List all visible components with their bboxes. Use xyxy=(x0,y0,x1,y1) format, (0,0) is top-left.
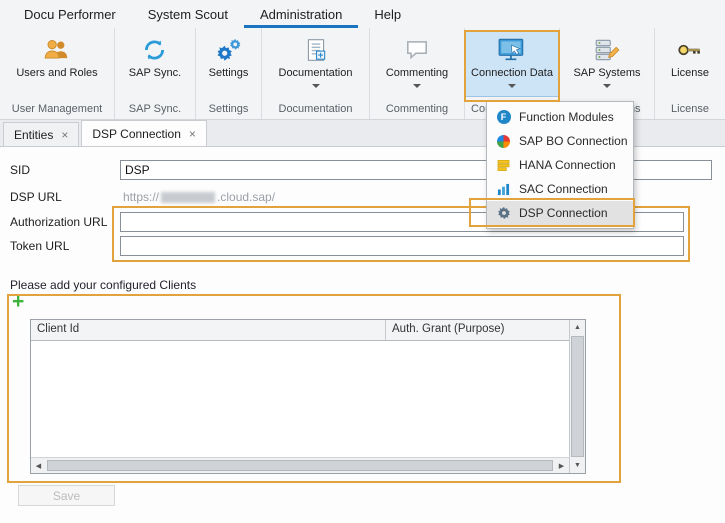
menu-item-label: HANA Connection xyxy=(519,158,616,172)
commenting-button[interactable]: Commenting xyxy=(380,31,454,97)
function-modules-icon: F xyxy=(496,110,511,125)
menu-item-label: Function Modules xyxy=(519,110,614,124)
ribbon-group-settings: Settings Settings xyxy=(196,28,262,119)
app-window: Docu Performer System Scout Administrati… xyxy=(0,0,725,523)
users-and-roles-button[interactable]: Users and Roles xyxy=(10,31,103,97)
ribbon-group-documentation: Documentation Documentation xyxy=(262,28,370,119)
connection-data-button[interactable]: Connection Data xyxy=(465,31,559,97)
sync-icon xyxy=(141,35,168,65)
menu-item-administration[interactable]: Administration xyxy=(244,0,358,28)
dsp-url-value: https:// .cloud.sap/ xyxy=(123,190,275,204)
menu-item-label: DSP Connection xyxy=(519,206,608,220)
clients-section-title: Please add your configured Clients xyxy=(10,278,196,292)
connection-data-icon xyxy=(497,35,527,65)
menu-item-system-scout[interactable]: System Scout xyxy=(132,0,244,28)
menu-item-label: SAP BO Connection xyxy=(519,134,628,148)
horizontal-scrollbar[interactable]: ◀ ▶ xyxy=(31,457,569,473)
add-client-button[interactable]: + xyxy=(12,291,34,313)
url-suffix: .cloud.sap/ xyxy=(217,190,275,204)
menu-item-sac-connection[interactable]: SAC Connection xyxy=(487,177,633,201)
authorization-url-label: Authorization URL xyxy=(10,215,107,229)
users-icon xyxy=(43,35,71,65)
sac-chart-icon xyxy=(496,182,511,197)
license-key-icon xyxy=(676,35,704,65)
hana-icon xyxy=(496,158,511,173)
clients-table-body[interactable] xyxy=(31,341,569,457)
ribbon-group-license: License License xyxy=(655,28,725,119)
ribbon-button-label: Users and Roles xyxy=(16,67,97,81)
tab-dsp-connection[interactable]: DSP Connection × xyxy=(81,120,207,146)
documentation-button[interactable]: Documentation xyxy=(273,31,359,97)
save-button[interactable]: Save xyxy=(18,485,115,506)
license-button[interactable]: License xyxy=(665,31,715,97)
chevron-down-icon xyxy=(312,84,320,88)
tab-label: DSP Connection xyxy=(92,127,181,141)
column-header-client-id[interactable]: Client Id xyxy=(31,320,386,340)
dsp-gear-icon xyxy=(496,206,511,221)
settings-button[interactable]: Settings xyxy=(203,31,255,97)
menu-item-help[interactable]: Help xyxy=(358,0,417,28)
ribbon-button-label: Settings xyxy=(209,67,249,81)
ribbon-group-commenting: Commenting Commenting xyxy=(370,28,465,119)
ribbon-group-label: User Management xyxy=(0,102,114,119)
sap-systems-button[interactable]: SAP Systems xyxy=(567,31,646,97)
menu-item-hana-connection[interactable]: HANA Connection xyxy=(487,153,633,177)
chevron-down-icon xyxy=(603,84,611,88)
redacted-text xyxy=(161,192,215,203)
ribbon-button-label: SAP Sync. xyxy=(129,67,181,81)
tab-entities[interactable]: Entities × xyxy=(3,122,79,146)
ribbon-button-label: Documentation xyxy=(279,67,353,81)
menu-item-dsp-connection[interactable]: DSP Connection xyxy=(487,201,633,225)
vertical-scrollbar-thumb[interactable] xyxy=(571,336,584,457)
menu-item-sap-bo-connection[interactable]: SAP BO Connection xyxy=(487,129,633,153)
vertical-scrollbar[interactable]: ▲ ▼ xyxy=(569,320,585,473)
close-icon[interactable]: × xyxy=(189,128,196,140)
menu-bar: Docu Performer System Scout Administrati… xyxy=(0,0,725,28)
menu-item-function-modules[interactable]: F Function Modules xyxy=(487,105,633,129)
token-url-input[interactable] xyxy=(120,236,684,256)
scroll-up-icon[interactable]: ▲ xyxy=(570,320,585,335)
ribbon-group-label: Commenting xyxy=(370,102,464,119)
connection-data-menu: F Function Modules SAP BO Connection HAN… xyxy=(486,101,634,229)
menu-item-docu-performer[interactable]: Docu Performer xyxy=(8,0,132,28)
comment-icon xyxy=(404,35,430,65)
ribbon-group-label: SAP Sync. xyxy=(115,102,195,119)
clients-table: Client Id Auth. Grant (Purpose) ◀ ▶ ▲ ▼ xyxy=(30,319,586,474)
dsp-url-label: DSP URL xyxy=(10,190,62,204)
scroll-left-icon[interactable]: ◀ xyxy=(31,458,46,473)
ribbon-group-label: Documentation xyxy=(262,102,369,119)
sap-systems-icon xyxy=(593,35,621,65)
ribbon-group-sap-sync: SAP Sync. SAP Sync. xyxy=(115,28,196,119)
ribbon-group-user-management: Users and Roles User Management xyxy=(0,28,115,119)
document-icon xyxy=(303,35,329,65)
tab-label: Entities xyxy=(14,128,53,142)
gears-icon xyxy=(215,35,243,65)
column-header-auth-grant[interactable]: Auth. Grant (Purpose) xyxy=(386,320,569,340)
ribbon-button-label: Connection Data xyxy=(471,67,553,81)
horizontal-scrollbar-thumb[interactable] xyxy=(47,460,553,471)
menu-item-label: SAC Connection xyxy=(519,182,608,196)
ribbon-button-label: License xyxy=(671,67,709,81)
scroll-right-icon[interactable]: ▶ xyxy=(554,458,569,473)
chevron-down-icon xyxy=(413,84,421,88)
close-icon[interactable]: × xyxy=(61,129,68,141)
chevron-down-icon xyxy=(508,84,516,88)
ribbon-button-label: Commenting xyxy=(386,67,448,81)
ribbon-group-label: Settings xyxy=(196,102,261,119)
url-prefix: https:// xyxy=(123,190,159,204)
sap-bo-icon xyxy=(496,134,511,149)
sap-sync-button[interactable]: SAP Sync. xyxy=(123,31,187,97)
scroll-down-icon[interactable]: ▼ xyxy=(570,458,585,473)
ribbon-button-label: SAP Systems xyxy=(573,67,640,81)
sid-label: SID xyxy=(10,163,30,177)
token-url-label: Token URL xyxy=(10,239,69,253)
clients-table-header: Client Id Auth. Grant (Purpose) xyxy=(31,320,569,341)
ribbon-group-label: License xyxy=(655,102,725,119)
